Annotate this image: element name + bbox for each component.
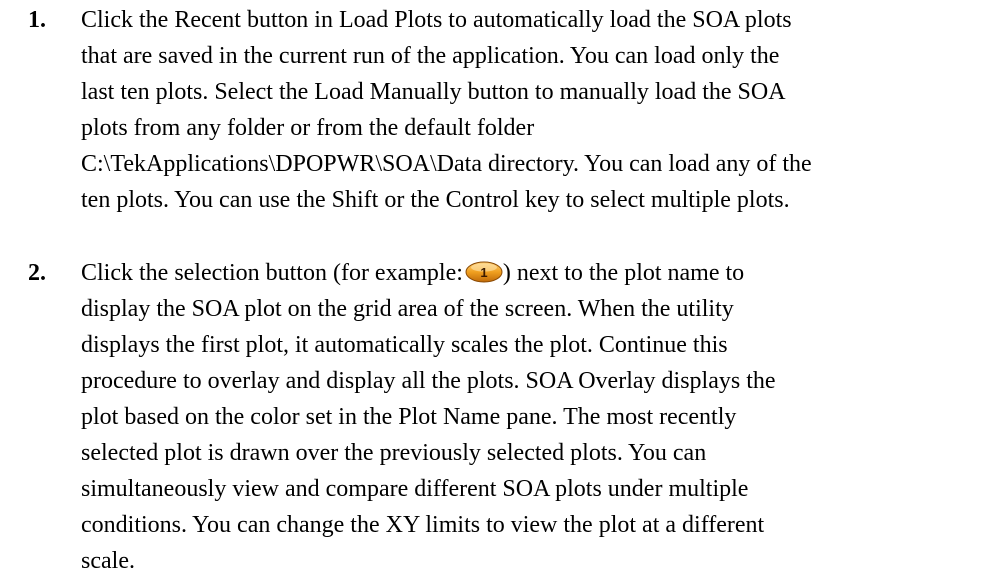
selection-button-icon: 1 [465,261,503,283]
step-line: that are saved in the current run of the… [81,43,780,69]
step-line: conditions. You can change the XY limits… [81,512,765,538]
step-line: simultaneously view and compare differen… [81,476,749,502]
step-line: plot based on the color set in the Plot … [81,404,737,430]
document-page: 1. Click the Recent button in Load Plots… [0,0,989,574]
step-number: 2. [28,260,46,286]
step-line: displays the first plot, it automaticall… [81,332,728,358]
step-line-before-icon: Click the selection button (for example: [81,260,463,286]
step-line: selected plot is drawn over the previous… [81,440,707,466]
step-line: display the SOA plot on the grid area of… [81,296,734,322]
step-line-after-icon: ) next to the plot name to [502,260,745,286]
step-line: last ten plots. Select the Load Manually… [81,79,786,105]
step-line: procedure to overlay and display all the… [81,368,776,394]
step-line: Click the Recent button in Load Plots to… [81,7,792,33]
step-line: C:\TekApplications\DPOPWR\SOA\Data direc… [81,151,812,177]
step-line: scale. [81,548,135,574]
step-line: ten plots. You can use the Shift or the … [81,187,790,213]
step-line: plots from any folder or from the defaul… [81,115,535,141]
step-number: 1. [28,7,46,33]
step-text: Click the selection button (for example:… [81,255,981,579]
selection-button-label: 1 [480,265,487,280]
step-text: Click the Recent button in Load Plots to… [81,2,981,218]
step-line-with-icon: Click the selection button (for example:… [81,255,981,291]
